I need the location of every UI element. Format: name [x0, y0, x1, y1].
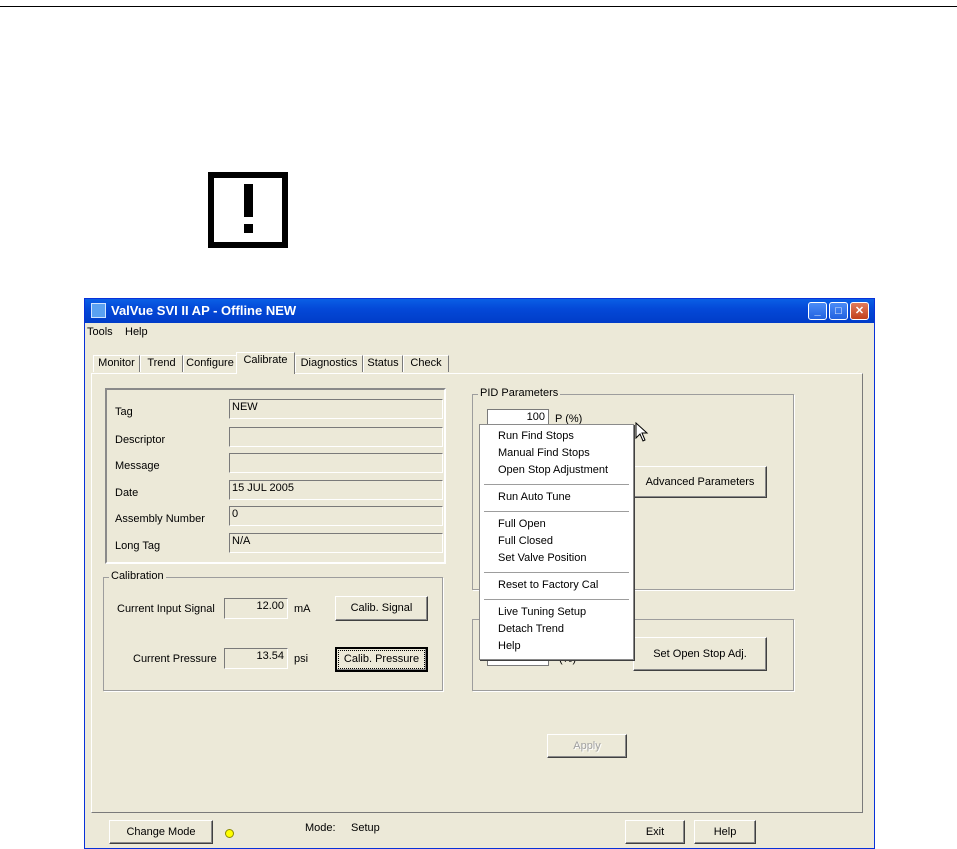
menu-separator — [484, 484, 629, 485]
date-label: Date — [115, 487, 139, 499]
calib-signal-button[interactable]: Calib. Signal — [335, 596, 428, 621]
pressure-label: Current Pressure — [133, 653, 217, 665]
caution-icon-bar — [244, 184, 253, 217]
advanced-parameters-button[interactable]: Advanced Parameters — [633, 466, 767, 498]
menu-run-find-stops[interactable]: Run Find Stops — [498, 430, 574, 442]
menu-help-item[interactable]: Help — [498, 640, 521, 652]
menu-reset-to-factory-cal[interactable]: Reset to Factory Cal — [498, 579, 598, 591]
menu-separator — [484, 599, 629, 600]
menu-full-closed[interactable]: Full Closed — [498, 535, 553, 547]
menu-manual-find-stops[interactable]: Manual Find Stops — [498, 447, 590, 459]
tab-diagnostics[interactable]: Diagnostics — [295, 355, 363, 372]
device-info-group: Tag NEW Descriptor Message Date 15 JUL 2… — [105, 388, 446, 564]
pressure-unit: psi — [294, 653, 309, 665]
input-signal-label: Current Input Signal — [117, 603, 215, 615]
mouse-cursor-icon — [635, 422, 649, 442]
input-signal-value: 12.00 — [224, 598, 288, 619]
context-menu: Run Find Stops Manual Find Stops Open St… — [479, 424, 634, 660]
apply-button[interactable]: Apply — [547, 734, 627, 758]
title-bar[interactable]: ValVue SVI II AP - Offline NEW _ □ ✕ — [85, 299, 874, 323]
minimize-button[interactable]: _ — [808, 302, 827, 320]
change-mode-button[interactable]: Change Mode — [109, 820, 213, 844]
tag-label: Tag — [115, 406, 133, 418]
tab-trend[interactable]: Trend — [140, 355, 183, 372]
tab-status[interactable]: Status — [363, 355, 403, 372]
tab-calibrate[interactable]: Calibrate — [236, 352, 295, 374]
mode-status-led-icon — [225, 829, 234, 838]
assembly-number-label: Assembly Number — [115, 513, 205, 525]
tab-monitor[interactable]: Monitor — [93, 355, 140, 372]
menu-live-tuning-setup[interactable]: Live Tuning Setup — [498, 606, 586, 618]
help-button[interactable]: Help — [694, 820, 756, 844]
calibration-group-title: Calibration — [109, 570, 166, 582]
close-button[interactable]: ✕ — [850, 302, 869, 320]
input-signal-unit: mA — [294, 603, 311, 615]
tab-configure[interactable]: Configure — [183, 355, 237, 372]
maximize-button[interactable]: □ — [829, 302, 848, 320]
long-tag-label: Long Tag — [115, 540, 161, 552]
menu-bar: Tools Help — [85, 324, 874, 341]
menu-run-auto-tune[interactable]: Run Auto Tune — [498, 491, 571, 503]
menu-open-stop-adjustment[interactable]: Open Stop Adjustment — [498, 464, 608, 476]
descriptor-field — [229, 427, 443, 447]
message-label: Message — [115, 460, 160, 472]
window-title: ValVue SVI II AP - Offline NEW — [111, 303, 297, 318]
tab-check[interactable]: Check — [403, 355, 449, 372]
assembly-number-field: 0 — [229, 506, 443, 526]
exit-button[interactable]: Exit — [625, 820, 685, 844]
menu-separator — [484, 511, 629, 512]
tag-field: NEW — [229, 399, 443, 419]
calib-pressure-button[interactable]: Calib. Pressure — [335, 647, 428, 672]
set-open-stop-adj-button[interactable]: Set Open Stop Adj. — [633, 637, 767, 671]
app-window: ValVue SVI II AP - Offline NEW _ □ ✕ Too… — [84, 298, 875, 849]
mode-value: Setup — [351, 822, 380, 834]
menu-detach-trend[interactable]: Detach Trend — [498, 623, 564, 635]
menu-set-valve-position[interactable]: Set Valve Position — [498, 552, 586, 564]
app-icon — [91, 303, 106, 318]
menu-full-open[interactable]: Full Open — [498, 518, 546, 530]
menu-tools[interactable]: Tools — [87, 326, 113, 338]
long-tag-field: N/A — [229, 533, 443, 553]
menu-separator — [484, 572, 629, 573]
calibration-group — [103, 577, 443, 691]
descriptor-label: Descriptor — [115, 434, 166, 446]
menu-help[interactable]: Help — [125, 326, 148, 338]
pid-parameters-title: PID Parameters — [478, 387, 561, 399]
pressure-value: 13.54 — [224, 648, 288, 669]
mode-label: Mode: — [305, 822, 336, 834]
page-top-rule — [0, 6, 957, 7]
date-field: 15 JUL 2005 — [229, 480, 443, 500]
caution-icon-dot — [244, 224, 253, 233]
message-field — [229, 453, 443, 473]
